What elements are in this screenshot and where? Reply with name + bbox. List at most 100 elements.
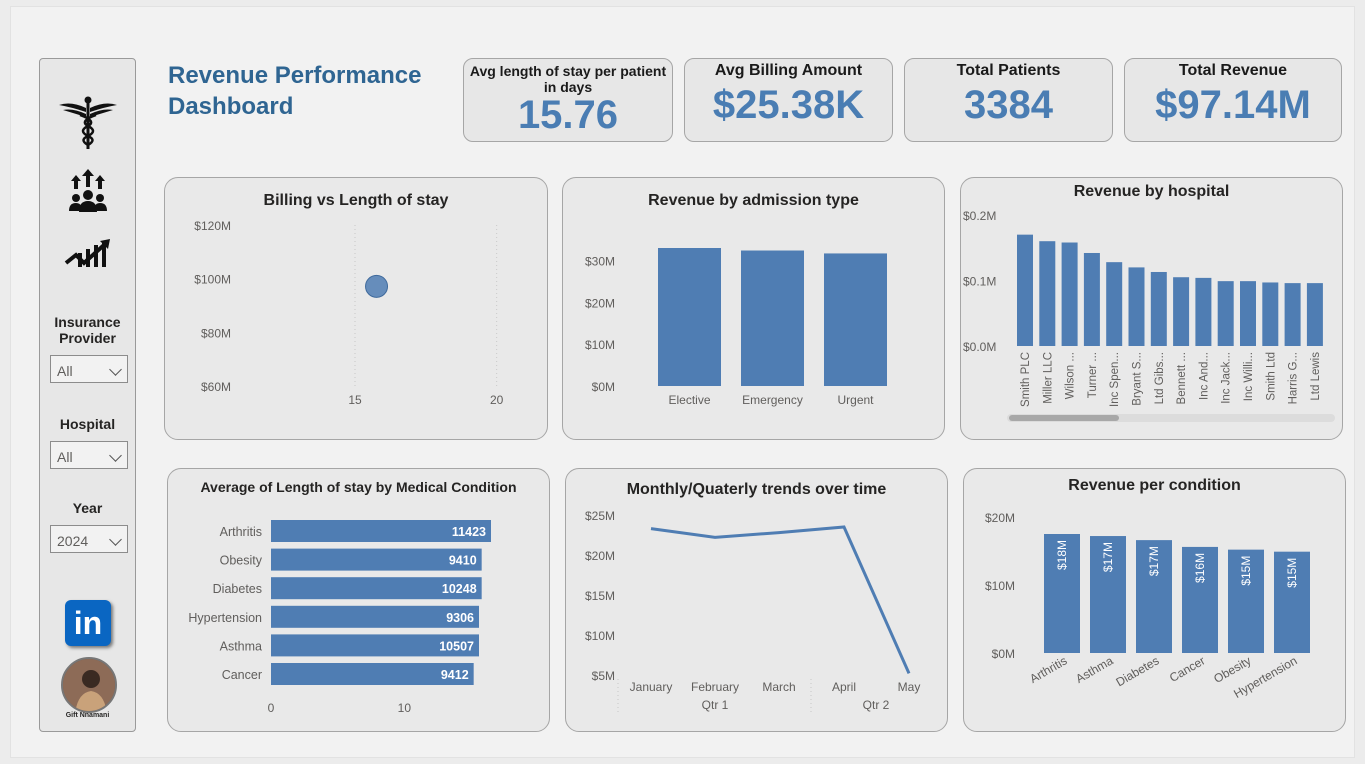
y-tick-label: $10M [985,579,1015,593]
bar [1106,262,1123,346]
x-tick-label: Inc Spen... [1109,352,1121,407]
data-label: 10248 [442,582,477,596]
data-label: $16M [1193,553,1207,583]
x-tick-label: March [762,680,795,694]
horizontal-scrollbar-thumb[interactable] [1009,415,1119,421]
kpi-avg-length-of-stay: Avg length of stay per patient in days 1… [463,58,673,142]
x-tick-label: 15 [348,393,362,407]
bar [1306,283,1323,346]
y-tick-label: Cancer [222,668,262,682]
y-tick-label: $0.2M [963,209,996,223]
x-tick-label: Bryant S... [1132,352,1144,406]
x-tick-label: Asthma [1073,653,1116,686]
stay-by-condition-chart[interactable]: Average of Length of stay by Medical Con… [167,468,550,732]
revenue-per-condition-chart[interactable]: Revenue per condition $20M $10M $0M $18M Art… [963,468,1346,732]
y-tick-label: $10M [585,338,615,352]
bar [1217,281,1234,346]
data-label: $15M [1285,558,1299,588]
horizontal-bar-chart: Arthritis 11423 Obesity 9410 Diabetes 10248 Hy… [188,520,491,715]
linkedin-icon[interactable]: in [65,600,111,646]
bar [1061,242,1078,346]
bar [824,253,887,386]
billing-vs-stay-chart[interactable]: Billing vs Length of stay $120M $100M $80M… [164,177,548,440]
revenue-by-admission-chart[interactable]: Revenue by admission type $30M $20M $10M $0… [562,177,945,440]
revenue-by-hospital-chart[interactable]: Revenue by hospital $0.2M $0.1M $0.0M Smith… [960,177,1343,440]
bar-chart: $0.2M $0.1M $0.0M Smith PLC Miller LLC Wilson… [963,209,1323,407]
scatter-plot: $120M $100M $80M $60M 15 20 [194,219,503,407]
data-label: $17M [1147,546,1161,576]
quarter-label: Qtr 1 [702,698,729,712]
x-tick-label: Bennett ... [1176,352,1188,404]
y-tick-label: $10M [585,629,615,643]
kpi-total-patients: Total Patients 3384 [904,58,1113,142]
bar [1017,234,1033,346]
horizontal-scrollbar-track[interactable] [1007,414,1335,422]
x-tick-label: Inc And... [1198,352,1210,400]
bar [1240,281,1256,346]
bar [658,248,721,386]
bar-chart: $30M $20M $10M $0M Elective Emergency Urgent [585,248,887,407]
x-tick-label: Diabetes [1113,653,1161,689]
team-growth-icon[interactable] [40,167,135,213]
data-label: 9410 [449,554,477,568]
x-tick-label: Inc Willi... [1243,352,1255,401]
page-title: Revenue Performance Dashboard [168,62,422,120]
x-tick-label: April [832,680,856,694]
bar-chart: $20M $10M $0M $18M Arthritis $17M Asthma $17M Di… [985,511,1310,701]
y-tick-label: $15M [585,589,615,603]
trend-chart-icon[interactable] [40,237,135,273]
bar [1150,271,1167,346]
hospital-dropdown[interactable]: All [50,441,128,469]
y-tick-label: $20M [585,549,615,563]
y-tick-label: $0M [592,380,615,394]
y-tick-label: $20M [985,511,1015,525]
x-tick-label: Elective [668,393,710,407]
x-tick-label: Urgent [837,393,874,407]
x-tick-label: Emergency [742,393,803,407]
y-tick-label: Asthma [220,639,262,653]
profile-name: Gift Nnamani [65,712,110,719]
hospital-label: Hospital [59,416,116,432]
x-tick-label: Smith Ltd [1265,352,1277,401]
x-tick-label: Harris G... [1288,352,1300,404]
bar [1284,283,1301,346]
y-tick-label: $20M [585,296,615,310]
y-tick-label: $100M [194,273,231,287]
y-tick-label: $80M [201,326,231,340]
avatar[interactable] [61,657,117,713]
bar [1083,252,1100,346]
x-tick-label: Wilson ... [1065,352,1077,399]
series-line [650,525,911,675]
data-label: $15M [1239,556,1253,586]
insurance-provider-value: All [57,363,73,379]
chevron-down-icon [109,449,122,462]
bar [1173,277,1190,346]
x-tick-label: Cancer [1167,653,1208,684]
year-dropdown[interactable]: 2024 [50,525,128,553]
year-value: 2024 [57,533,89,549]
bar [741,250,804,386]
scatter-point [365,274,389,298]
y-tick-label: Diabetes [213,582,262,596]
y-tick-label: $5M [592,669,615,683]
line-chart: $25M $20M $15M $10M $5M January February March A… [585,509,920,715]
insurance-provider-dropdown[interactable]: All [50,355,128,383]
caduceus-icon[interactable] [40,95,135,151]
x-tick-label: Miller LLC [1042,352,1054,404]
x-tick-label: Smith PLC [1020,352,1032,407]
y-tick-label: $25M [585,509,615,523]
data-label: $17M [1101,542,1115,572]
x-tick-label: 0 [268,701,275,715]
y-tick-label: $120M [194,219,231,233]
y-tick-label: $0.0M [963,340,996,354]
bar [1128,267,1145,346]
y-tick-label: $30M [585,255,615,269]
y-tick-label: Arthritis [220,525,262,539]
bar [1195,277,1212,346]
y-tick-label: $60M [201,380,231,394]
y-tick-label: Obesity [220,554,263,568]
x-tick-label: Turner ... [1087,352,1099,398]
y-tick-label: $0.1M [963,275,996,289]
monthly-trends-chart[interactable]: Monthly/Quaterly trends over time $25M $2… [565,468,948,732]
x-tick-label: Ltd Gibs... [1154,352,1166,404]
